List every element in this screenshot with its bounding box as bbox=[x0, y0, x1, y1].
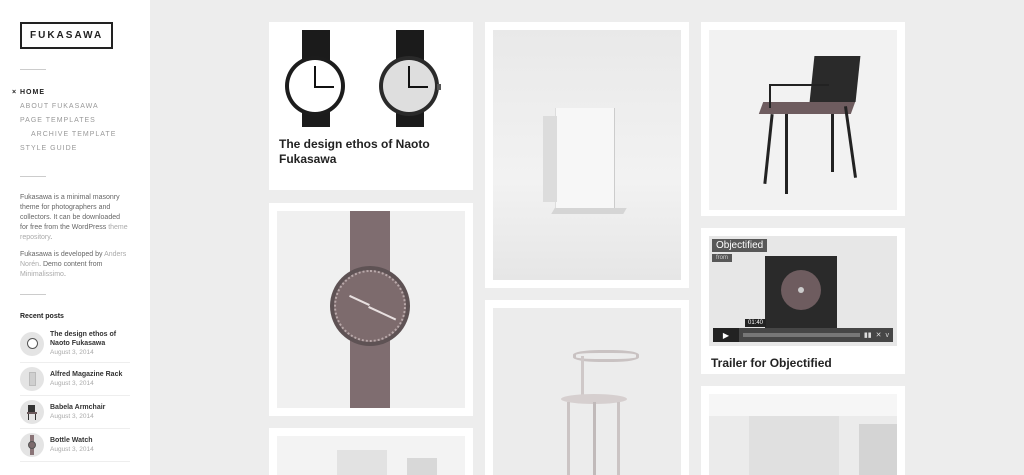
nav-item-style-guide[interactable]: Style Guide bbox=[20, 142, 130, 156]
magazine-rack-thumbnail-icon bbox=[20, 367, 44, 391]
recent-post-date: August 3, 2014 bbox=[50, 379, 94, 387]
recent-post-name: Bottle Watch bbox=[50, 436, 93, 444]
post-card-partial[interactable] bbox=[269, 428, 473, 475]
nav-item-about[interactable]: About Fukasawa bbox=[20, 100, 130, 114]
post-image-watches bbox=[277, 30, 465, 127]
watch-hand bbox=[408, 66, 410, 88]
recent-posts-title: Recent posts bbox=[20, 313, 64, 320]
vimeo-icon[interactable]: v bbox=[886, 332, 890, 339]
rack-body bbox=[555, 108, 615, 212]
video-timecode: 01:40 bbox=[745, 319, 767, 327]
post-image-magazine-rack bbox=[493, 30, 681, 280]
fullscreen-icon[interactable]: ✕ bbox=[876, 331, 882, 339]
post-card-bottle-watch[interactable] bbox=[269, 203, 473, 416]
post-card-chair[interactable] bbox=[485, 300, 689, 475]
nav-item-label: Page Templates bbox=[20, 117, 96, 124]
volume-icon[interactable]: ▮▮ bbox=[864, 331, 872, 339]
video-progress-bar[interactable] bbox=[743, 333, 860, 337]
nav-item-label: About Fukasawa bbox=[20, 103, 99, 110]
recent-post-date: August 3, 2014 bbox=[50, 445, 94, 453]
armchair-backrest bbox=[809, 56, 861, 102]
post-image-interior bbox=[709, 394, 897, 475]
site-logo[interactable]: FUKASAWA bbox=[20, 22, 114, 49]
armchair-seat bbox=[758, 102, 856, 114]
recent-post-name: Alfred Magazine Rack bbox=[50, 370, 123, 378]
post-card-magazine-rack[interactable] bbox=[485, 22, 689, 288]
active-bullet-icon: × bbox=[12, 89, 18, 96]
post-card-naoto[interactable]: The design ethos of Naoto Fukasawa bbox=[269, 22, 473, 190]
post-title[interactable]: The design ethos of Naoto Fukasawa bbox=[277, 137, 465, 167]
rack-magazines bbox=[543, 116, 557, 202]
main-nav: × Home About Fukasawa Page Templates Arc… bbox=[12, 86, 130, 156]
recent-post-date: August 3, 2014 bbox=[50, 349, 94, 356]
bottle-watch-thumbnail-icon bbox=[20, 433, 44, 457]
post-card-partial[interactable] bbox=[701, 386, 905, 475]
description-text: Fukasawa is developed by bbox=[20, 251, 105, 258]
recent-post-name: Babela Armchair bbox=[50, 403, 106, 411]
video-title[interactable]: Objectified bbox=[712, 239, 768, 252]
watch-hand bbox=[408, 86, 428, 88]
video-player[interactable]: Objectified from 01:40 ▶ ▮▮ ✕ v bbox=[709, 236, 897, 346]
recent-post-name: The design ethos of Naoto Fukasawa bbox=[50, 331, 117, 347]
description-text: . bbox=[63, 271, 66, 278]
sidebar-divider bbox=[20, 294, 46, 295]
description-paragraph: Fukasawa is a minimal masonry theme for … bbox=[20, 193, 130, 243]
nav-item-label: Archive Template bbox=[31, 131, 117, 138]
play-icon[interactable]: ▶ bbox=[713, 328, 739, 342]
recent-post-date: August 3, 2014 bbox=[50, 412, 94, 420]
recent-post-item[interactable]: Alfred Magazine Rack August 3, 2014 bbox=[20, 363, 130, 396]
minimalissimo-link[interactable]: Minimalissimo bbox=[20, 271, 64, 278]
post-card-objectified[interactable]: Objectified from 01:40 ▶ ▮▮ ✕ v Trailer … bbox=[701, 228, 905, 374]
description-text: . Demo content from bbox=[39, 261, 103, 268]
recent-post-item[interactable]: The design ethos of Naoto Fukasawa Augus… bbox=[20, 326, 130, 363]
video-controls: ▶ ▮▮ ✕ v bbox=[713, 328, 893, 342]
nav-item-label: Home bbox=[20, 89, 45, 96]
sidebar: FUKASAWA × Home About Fukasawa Page Temp… bbox=[0, 0, 150, 475]
armchair-thumbnail-icon bbox=[20, 400, 44, 424]
nav-item-home[interactable]: × Home bbox=[12, 86, 130, 100]
sidebar-divider bbox=[20, 69, 46, 70]
video-from-label[interactable]: from bbox=[712, 254, 732, 262]
post-image-partial bbox=[277, 436, 465, 475]
description-paragraph: Fukasawa is developed by Anders Norén. D… bbox=[20, 250, 130, 280]
recent-post-item[interactable]: Bottle Watch August 3, 2014 bbox=[20, 429, 130, 462]
site-description: Fukasawa is a minimal masonry theme for … bbox=[20, 193, 130, 280]
post-title[interactable]: Trailer for Objectified bbox=[709, 356, 897, 371]
sidebar-divider bbox=[20, 176, 46, 177]
description-text: Fukasawa is a minimal masonry theme for … bbox=[20, 194, 121, 231]
post-image-bottle-watch bbox=[277, 211, 465, 408]
watch-hand bbox=[314, 66, 316, 88]
post-image-chair bbox=[493, 308, 681, 475]
watch-thumbnail-icon bbox=[20, 332, 44, 356]
nav-item-label: Style Guide bbox=[20, 145, 78, 152]
nav-item-archive-template[interactable]: Archive Template bbox=[20, 128, 130, 142]
description-text: . bbox=[50, 234, 53, 241]
post-card-armchair[interactable] bbox=[701, 22, 905, 216]
recent-post-item[interactable]: Babela Armchair August 3, 2014 bbox=[20, 396, 130, 429]
watch-hand bbox=[314, 86, 334, 88]
nav-item-page-templates[interactable]: Page Templates bbox=[20, 114, 130, 128]
post-image-armchair bbox=[709, 30, 897, 210]
